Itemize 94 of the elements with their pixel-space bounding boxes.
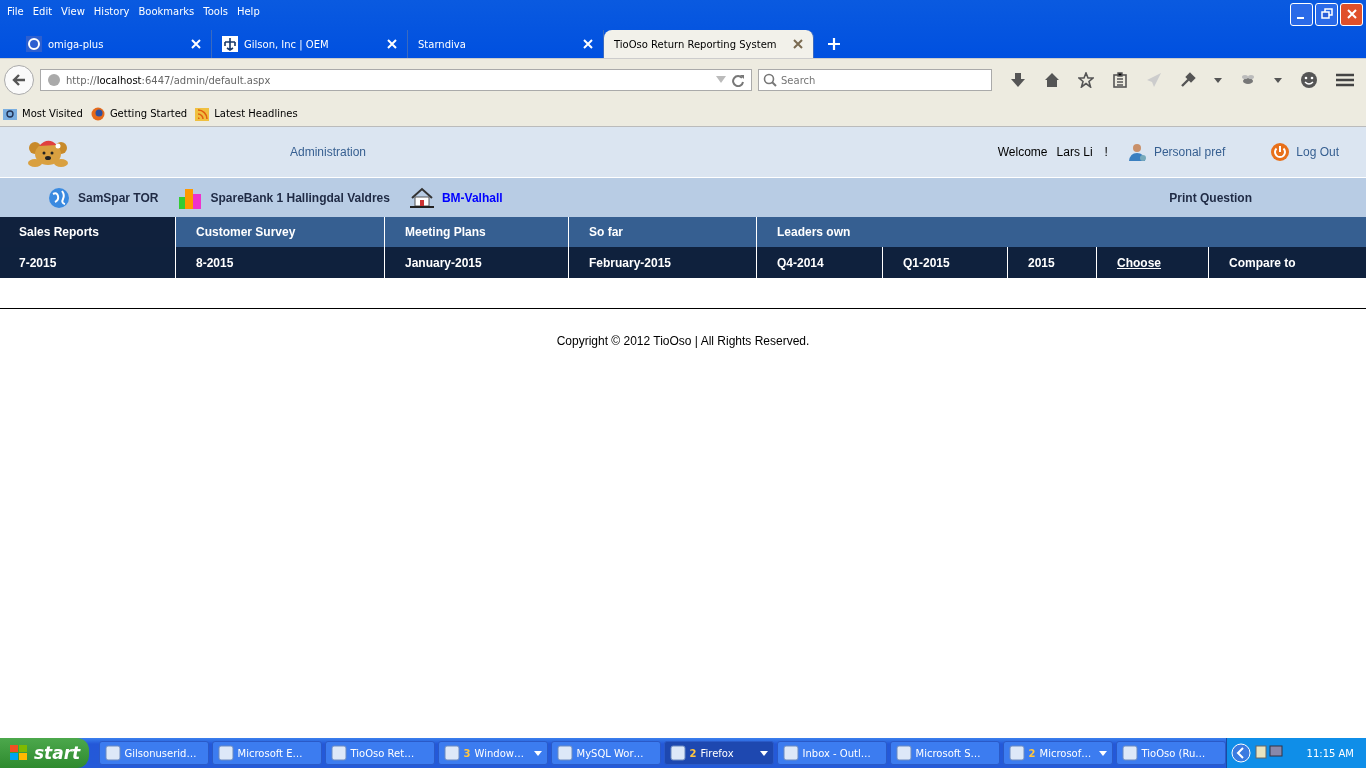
close-icon: [1345, 8, 1358, 20]
app-icon: [782, 745, 799, 761]
taskbar-button[interactable]: Microsoft E…: [211, 741, 322, 765]
power-icon: [1270, 142, 1291, 162]
menu-item[interactable]: Tools: [199, 5, 233, 17]
taskbar-button[interactable]: 2 Firefox: [663, 741, 774, 765]
app-icon: [895, 745, 912, 761]
taskbar-button[interactable]: Inbox - Outl…: [776, 741, 887, 765]
close-button[interactable]: [1340, 2, 1363, 26]
search-field[interactable]: Search: [758, 69, 992, 91]
app-icon: [669, 745, 686, 761]
minimize-button[interactable]: [1290, 2, 1313, 26]
caret-icon[interactable]: [759, 750, 768, 756]
start-button[interactable]: start: [0, 738, 89, 768]
taskbar-button[interactable]: 2 Microsof…: [1002, 741, 1113, 765]
company-link[interactable]: SpareBank 1 Hallingdal Valdres: [210, 190, 390, 205]
app-icon: [330, 745, 347, 761]
reload-icon[interactable]: [731, 73, 745, 87]
menu-item[interactable]: History: [89, 5, 135, 17]
exclamation-text: !: [1104, 145, 1108, 159]
personal-pref-link[interactable]: Personal pref: [1153, 145, 1226, 159]
clipboard-icon[interactable]: [1112, 72, 1128, 88]
period-option[interactable]: Q4-2014: [777, 255, 824, 270]
firefox-icon: [90, 106, 105, 121]
app-icon: [1121, 745, 1138, 761]
ring-icon: [26, 36, 42, 52]
log-out-link[interactable]: Log Out: [1296, 145, 1339, 159]
period-option[interactable]: 7-2015: [19, 255, 57, 270]
nav-tab[interactable]: So far: [568, 217, 756, 247]
close-icon[interactable]: [793, 39, 803, 49]
rss-feed-icon: [195, 106, 210, 121]
administration-link[interactable]: Administration: [290, 145, 367, 159]
smiley-icon[interactable]: [1300, 71, 1318, 89]
network-icon[interactable]: [1253, 744, 1284, 762]
back-arrow-icon: [11, 72, 27, 88]
search-icon: [763, 73, 777, 87]
print-question-link[interactable]: Print Question: [1169, 190, 1252, 205]
buildings-icon: [178, 186, 203, 209]
menu-item[interactable]: File: [3, 5, 29, 17]
restore-button[interactable]: [1315, 2, 1338, 26]
menu-item[interactable]: Bookmarks: [134, 5, 200, 17]
company-link[interactable]: SamSpar TOR: [78, 190, 159, 205]
taskbar-button[interactable]: TioOso (Ru…: [1115, 741, 1226, 765]
caret-icon[interactable]: [533, 750, 542, 756]
bookmark-link[interactable]: Getting Started: [90, 106, 188, 121]
user-settings-icon: [1127, 142, 1148, 162]
period-option[interactable]: 8-2015: [196, 255, 234, 270]
address-field[interactable]: http://localhost:6447/admin/default.aspx: [40, 69, 752, 91]
app-icon: [217, 745, 234, 761]
nav-tab[interactable]: Leaders own: [756, 217, 1366, 247]
folder-search-icon: [3, 106, 17, 121]
caret-icon[interactable]: [1098, 750, 1107, 756]
period-option[interactable]: January-2015: [405, 255, 482, 270]
caret-icon[interactable]: [1274, 77, 1282, 83]
anchor-icon: [222, 36, 238, 52]
bookmark-link[interactable]: Latest Headlines: [195, 106, 298, 121]
app-icon: [556, 745, 573, 761]
period-option[interactable]: February-2015: [589, 255, 672, 270]
minimize-icon: [1297, 17, 1304, 19]
browser-tab[interactable]: TioOso Return Reporting System: [604, 30, 814, 58]
app-icon: [104, 745, 121, 761]
caret-icon[interactable]: [1214, 77, 1222, 83]
taskbar-button[interactable]: 3 Window…: [437, 741, 548, 765]
copyright-text: Copyright © 2012 TioOso | All Rights Reserved.: [555, 334, 811, 348]
taskbar-button[interactable]: TioOso Ret…: [324, 741, 435, 765]
clock-text: 11:15 AM: [1306, 747, 1354, 759]
download-icon[interactable]: [1010, 72, 1026, 88]
period-option[interactable]: Compare to: [1229, 255, 1296, 270]
period-option[interactable]: 2015: [1028, 255, 1055, 270]
bookmark-link[interactable]: Most Visited: [3, 106, 83, 121]
welcome-text: Welcome: [997, 145, 1048, 159]
back-button[interactable]: [4, 65, 34, 95]
app-icon: [1008, 745, 1025, 761]
house-icon: [409, 186, 434, 209]
taskbar-button[interactable]: Microsoft S…: [889, 741, 1000, 765]
taskbar-button[interactable]: Gilsonuserid…: [98, 741, 209, 765]
user-name: Lars Li: [1056, 145, 1093, 159]
nav-tab[interactable]: Meeting Plans: [384, 217, 568, 247]
app-icon: [443, 745, 460, 761]
menu-item[interactable]: Edit: [28, 5, 58, 17]
menu-item[interactable]: Help: [232, 5, 265, 17]
menu-item[interactable]: View: [57, 5, 90, 17]
restore-icon: [1320, 8, 1333, 20]
nav-tab[interactable]: Customer Survey: [175, 217, 384, 247]
company-link[interactable]: BM-Valhall: [441, 190, 503, 205]
star-icon[interactable]: [1078, 72, 1094, 88]
taskbar-button[interactable]: MySQL Wor…: [550, 741, 661, 765]
period-option[interactable]: Q1-2015: [903, 255, 950, 270]
menu-icon[interactable]: [1336, 73, 1354, 87]
plus-icon[interactable]: [828, 38, 840, 50]
home-icon[interactable]: [1044, 72, 1060, 88]
chevron-icon[interactable]: [1230, 743, 1251, 763]
windows-flag-icon: [10, 745, 28, 761]
choose-link[interactable]: Choose: [1117, 255, 1161, 270]
